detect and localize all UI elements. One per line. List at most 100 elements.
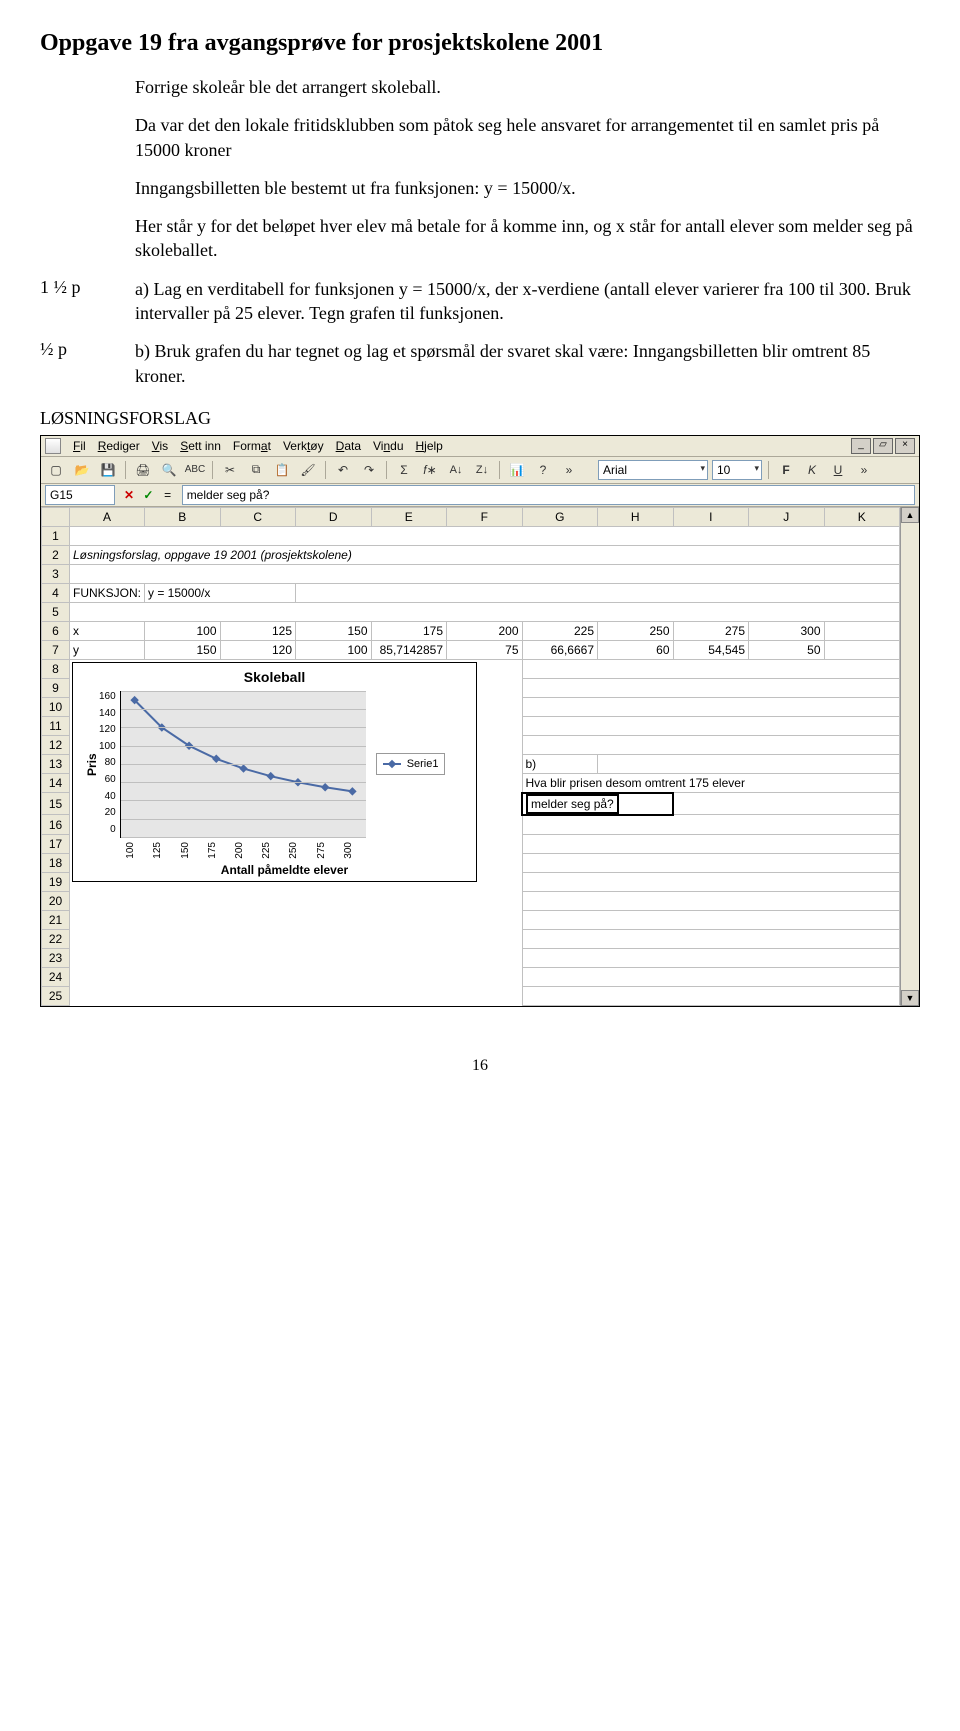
row-header[interactable]: 11 — [42, 716, 70, 735]
cut-icon[interactable]: ✂ — [219, 459, 241, 481]
cell[interactable]: 300 — [749, 621, 825, 640]
active-cell[interactable]: melder seg på? — [522, 793, 673, 815]
vertical-scrollbar[interactable]: ▲ ▼ — [900, 507, 919, 1006]
window-close-icon[interactable]: × — [895, 438, 915, 454]
col-header[interactable]: K — [824, 507, 900, 526]
window-restore-icon[interactable]: ▱ — [873, 438, 893, 454]
cell[interactable]: 50 — [749, 640, 825, 659]
open-icon[interactable]: 📂 — [71, 459, 93, 481]
col-header[interactable]: B — [145, 507, 221, 526]
select-all-corner[interactable] — [42, 507, 70, 526]
font-size-select[interactable]: 10 — [712, 460, 762, 480]
spreadsheet-grid[interactable]: A B C D E F G H I J K 1 2 Løsningsforsla… — [41, 507, 900, 1006]
row-header[interactable]: 8 — [42, 659, 70, 678]
menu-tools[interactable]: Verktøy — [283, 439, 324, 453]
copy-icon[interactable]: ⧉ — [245, 459, 267, 481]
col-header[interactable]: D — [296, 507, 372, 526]
equals-icon[interactable]: = — [160, 488, 176, 502]
row-header[interactable]: 23 — [42, 948, 70, 967]
cell[interactable]: 125 — [220, 621, 296, 640]
scroll-down-icon[interactable]: ▼ — [901, 990, 919, 1006]
menu-view[interactable]: Vis — [152, 439, 168, 453]
new-icon[interactable]: ▢ — [45, 459, 67, 481]
menu-file[interactable]: FFilil — [73, 439, 86, 453]
cell[interactable]: 54,545 — [673, 640, 749, 659]
menu-insert[interactable]: Sett inn — [180, 439, 221, 453]
window-minimize-icon[interactable]: _ — [851, 438, 871, 454]
font-name-select[interactable]: Arial — [598, 460, 708, 480]
function-icon[interactable]: f∗ — [419, 459, 441, 481]
sort-asc-icon[interactable]: A↓ — [445, 459, 467, 481]
row-header[interactable]: 6 — [42, 621, 70, 640]
row-header[interactable]: 16 — [42, 815, 70, 835]
row-header[interactable]: 7 — [42, 640, 70, 659]
cell[interactable]: 75 — [447, 640, 523, 659]
menu-edit[interactable]: Rediger — [98, 439, 140, 453]
cell[interactable]: FUNKSJON: — [70, 583, 145, 602]
cell[interactable]: x — [70, 621, 145, 640]
cell[interactable]: 200 — [447, 621, 523, 640]
row-header[interactable]: 3 — [42, 564, 70, 583]
row-header[interactable]: 15 — [42, 793, 70, 815]
row-header[interactable]: 12 — [42, 735, 70, 754]
more-buttons-icon[interactable]: » — [558, 459, 580, 481]
cell[interactable]: y = 15000/x — [145, 583, 296, 602]
cell[interactable]: 100 — [145, 621, 221, 640]
italic-button[interactable]: K — [801, 459, 823, 481]
row-header[interactable]: 17 — [42, 834, 70, 853]
scroll-up-icon[interactable]: ▲ — [901, 507, 919, 523]
name-box[interactable]: G15 — [45, 485, 115, 505]
autosum-icon[interactable]: Σ — [393, 459, 415, 481]
redo-icon[interactable]: ↷ — [358, 459, 380, 481]
cancel-edit-icon[interactable]: ✕ — [121, 488, 137, 502]
paste-icon[interactable]: 📋 — [271, 459, 293, 481]
row-header[interactable]: 2 — [42, 545, 70, 564]
col-header[interactable]: H — [598, 507, 674, 526]
row-header[interactable]: 4 — [42, 583, 70, 602]
help-icon[interactable]: ? — [532, 459, 554, 481]
cell[interactable]: 60 — [598, 640, 674, 659]
undo-icon[interactable]: ↶ — [332, 459, 354, 481]
cell[interactable]: 150 — [145, 640, 221, 659]
cell[interactable]: Hva blir prisen desom omtrent 175 elever — [522, 773, 900, 793]
col-header[interactable]: F — [447, 507, 523, 526]
col-header[interactable]: C — [220, 507, 296, 526]
cell[interactable]: 66,6667 — [522, 640, 598, 659]
cell[interactable]: 85,7142857 — [371, 640, 447, 659]
spellcheck-icon[interactable]: ABC — [184, 459, 206, 481]
menu-data[interactable]: Data — [336, 439, 361, 453]
underline-button[interactable]: U — [827, 459, 849, 481]
row-header[interactable]: 21 — [42, 910, 70, 929]
col-header[interactable]: A — [70, 507, 145, 526]
cell[interactable]: 275 — [673, 621, 749, 640]
cell[interactable]: 150 — [296, 621, 372, 640]
accept-edit-icon[interactable]: ✓ — [140, 488, 156, 502]
save-icon[interactable]: 💾 — [97, 459, 119, 481]
row-header[interactable]: 13 — [42, 754, 70, 773]
cell[interactable]: 120 — [220, 640, 296, 659]
row-header[interactable]: 18 — [42, 853, 70, 872]
menu-window[interactable]: Vindu — [373, 439, 404, 453]
row-header[interactable]: 1 — [42, 526, 70, 545]
sort-desc-icon[interactable]: Z↓ — [471, 459, 493, 481]
menu-format[interactable]: Format — [233, 439, 271, 453]
cell[interactable]: Løsningsforslag, oppgave 19 2001 (prosje… — [70, 545, 900, 564]
col-header[interactable]: I — [673, 507, 749, 526]
row-header[interactable]: 10 — [42, 697, 70, 716]
row-header[interactable]: 20 — [42, 891, 70, 910]
col-header[interactable]: J — [749, 507, 825, 526]
menu-help[interactable]: Hjelp — [416, 439, 443, 453]
col-header[interactable]: G — [522, 507, 598, 526]
row-header[interactable]: 22 — [42, 929, 70, 948]
more-format-icon[interactable]: » — [853, 459, 875, 481]
cell[interactable]: y — [70, 640, 145, 659]
row-header[interactable]: 24 — [42, 967, 70, 986]
bold-button[interactable]: F — [775, 459, 797, 481]
row-header[interactable]: 14 — [42, 773, 70, 793]
cell[interactable]: 175 — [371, 621, 447, 640]
row-header[interactable]: 9 — [42, 678, 70, 697]
row-header[interactable]: 25 — [42, 986, 70, 1005]
embedded-chart[interactable]: Skoleball Pris 160140120100806040200 Ser… — [72, 662, 477, 882]
chart-wizard-icon[interactable]: 📊 — [506, 459, 528, 481]
print-icon[interactable]: 🖨 — [132, 459, 154, 481]
